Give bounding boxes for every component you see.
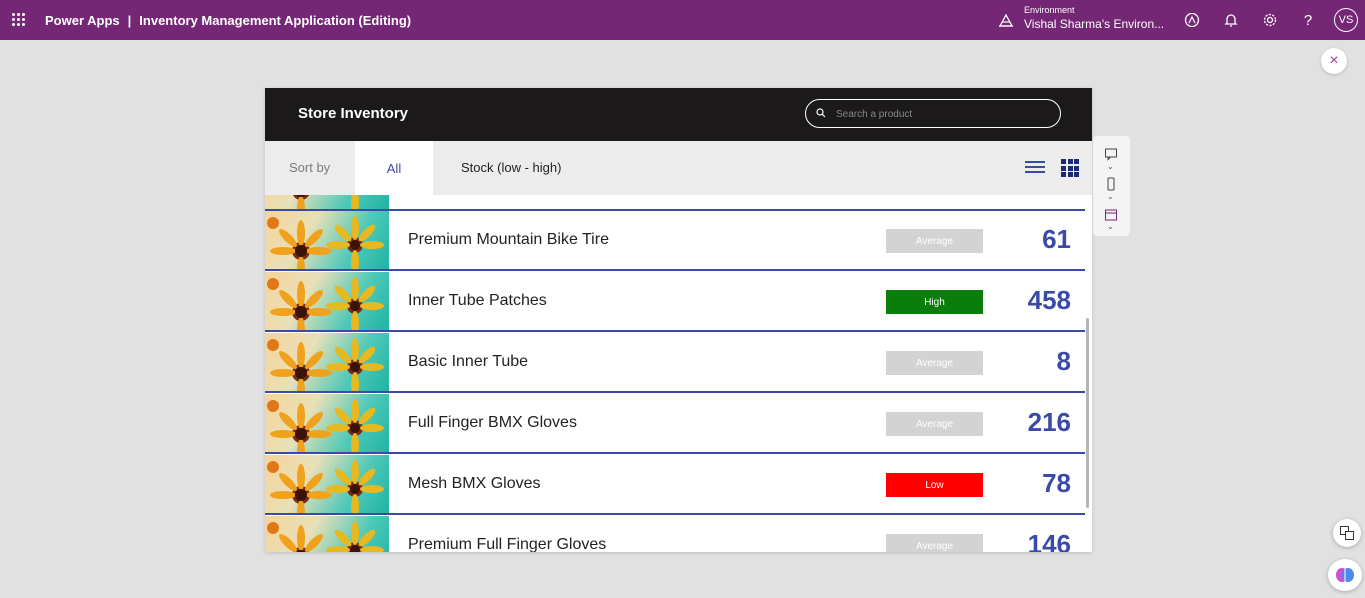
- close-icon[interactable]: ×: [1321, 48, 1347, 74]
- sort-all-tab[interactable]: All: [355, 141, 433, 195]
- comment-icon[interactable]: [1104, 147, 1118, 161]
- calendar-icon[interactable]: [1104, 208, 1118, 222]
- stock-quantity: 146: [1027, 529, 1071, 552]
- list-item[interactable]: Premium Mountain Bike Tire Average 61: [265, 211, 1085, 271]
- product-name: Premium Full Finger Gloves: [408, 536, 607, 552]
- chevron-down-icon[interactable]: ⌄: [1107, 192, 1114, 201]
- stock-quantity: 458: [1027, 285, 1071, 315]
- title-separator: |: [127, 13, 132, 28]
- user-avatar[interactable]: VS: [1334, 8, 1358, 32]
- list-view-icon[interactable]: [1025, 161, 1045, 175]
- list-item[interactable]: Full Finger BMX Gloves Average 216: [265, 394, 1085, 454]
- app-name-label: Inventory Management Application (Editin…: [139, 13, 412, 28]
- product-name: Premium Mountain Bike Tire: [408, 231, 609, 248]
- scrollbar[interactable]: [1086, 318, 1089, 508]
- product-name: Mesh BMX Gloves: [408, 475, 541, 492]
- app-title: Power Apps | Inventory Management Applicat…: [45, 13, 411, 28]
- list-item-partial[interactable]: [265, 195, 1085, 211]
- product-image: [265, 516, 389, 552]
- sort-bar: Sort by All Stock (low - high): [265, 141, 1092, 195]
- stock-quantity: 216: [1027, 407, 1071, 437]
- stock-status-badge: High: [886, 290, 983, 314]
- stock-status-badge: Low: [886, 473, 983, 497]
- app-launcher-icon[interactable]: [12, 13, 26, 27]
- product-list: Premium Mountain Bike Tire Average 61 Inner…: [265, 195, 1092, 552]
- list-item[interactable]: Mesh BMX Gloves Low 78: [265, 455, 1085, 515]
- product-name: Basic Inner Tube: [408, 353, 529, 370]
- search-input[interactable]: [834, 105, 1048, 124]
- list-item[interactable]: Premium Full Finger Gloves Average 146: [265, 516, 1085, 552]
- product-image: [265, 455, 389, 513]
- copilot-icon[interactable]: [1183, 11, 1201, 29]
- environment-label: Environment: [1024, 5, 1075, 15]
- copilot-brain-icon[interactable]: [1328, 559, 1362, 591]
- settings-gear-icon[interactable]: [1261, 11, 1279, 29]
- grid-view-icon[interactable]: [1061, 159, 1079, 177]
- brand-label: Power Apps: [45, 13, 120, 28]
- environment-icon[interactable]: [997, 12, 1015, 28]
- sort-by-label: Sort by: [289, 160, 331, 175]
- stock-quantity: 61: [1042, 224, 1071, 254]
- stock-quantity: 78: [1042, 468, 1071, 498]
- stock-status-badge: Average: [886, 412, 983, 436]
- product-image: [265, 333, 389, 391]
- product-image: [265, 211, 389, 269]
- list-item[interactable]: Inner Tube Patches High 458: [265, 272, 1085, 332]
- product-name: Full Finger BMX Gloves: [408, 414, 577, 431]
- product-image: [265, 272, 389, 330]
- phone-icon[interactable]: [1104, 177, 1118, 191]
- notifications-bell-icon[interactable]: [1222, 11, 1240, 29]
- search-box[interactable]: [805, 99, 1061, 128]
- top-bar: Power Apps | Inventory Management Applicat…: [0, 0, 1365, 40]
- product-name: Inner Tube Patches: [408, 292, 547, 309]
- stock-status-badge: Average: [886, 534, 983, 552]
- stock-quantity: 8: [1056, 346, 1071, 376]
- device-preview-panel: ⌄ ⌄ ⌄: [1093, 136, 1130, 236]
- sort-stock-tab[interactable]: Stock (low - high): [461, 160, 561, 175]
- chevron-down-icon[interactable]: ⌄: [1107, 222, 1114, 231]
- chevron-down-icon[interactable]: ⌄: [1107, 162, 1114, 171]
- list-item[interactable]: Basic Inner Tube Average 8: [265, 333, 1085, 393]
- product-image: [265, 195, 389, 209]
- environment-name[interactable]: Vishal Sharma's Environ...: [1024, 17, 1164, 31]
- app-canvas: Store Inventory Sort by All Stock (low -…: [265, 88, 1092, 552]
- help-icon[interactable]: ?: [1299, 11, 1317, 29]
- stock-status-badge: Average: [886, 229, 983, 253]
- app-header: Store Inventory: [265, 88, 1092, 141]
- translate-icon[interactable]: [1333, 519, 1361, 547]
- stock-status-badge: Average: [886, 351, 983, 375]
- product-image: [265, 394, 389, 452]
- search-icon: [816, 108, 826, 118]
- page-title: Store Inventory: [298, 105, 409, 122]
